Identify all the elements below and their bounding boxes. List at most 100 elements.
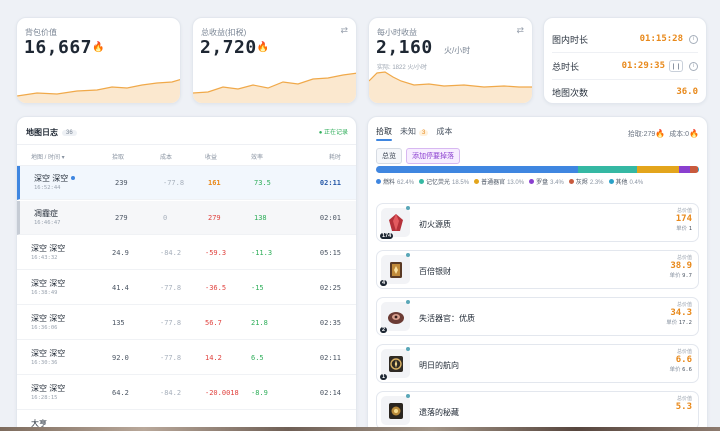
map-time: 16:38:49	[31, 290, 58, 296]
hourly-revenue-amount: 2,160 火/小时	[376, 37, 470, 58]
bag-value-card: 背包价值 16,667🔥	[16, 17, 181, 104]
header-efficiency[interactable]: 效率	[251, 152, 263, 161]
total-value: 38.9	[670, 261, 692, 271]
pause-button[interactable]: ❙❙	[669, 60, 683, 72]
item-name: 初火源质	[419, 220, 451, 229]
total-revenue-number: 2,720	[200, 37, 257, 58]
legend-swatch	[568, 179, 574, 184]
status-dot	[406, 253, 410, 257]
tab-cost[interactable]: 成本	[436, 126, 452, 141]
item-quantity: 4	[380, 280, 388, 286]
unit-caption: 单价	[669, 273, 681, 279]
legend-label: 燃料	[383, 180, 396, 186]
drop-summary: 拾取:279🔥 成本:0🔥	[628, 129, 699, 139]
map-name: 深空 深空	[31, 349, 66, 358]
efficiency-value: -8.9	[251, 389, 268, 397]
legend-label: 其他	[615, 180, 628, 186]
info-icon[interactable]: i	[689, 34, 698, 44]
item-values: 总价值 174 单价 1	[676, 207, 692, 232]
header-map-time[interactable]: 地图 / 时间 ▾	[31, 152, 65, 161]
unit-price: 17.2	[678, 320, 692, 326]
hourly-revenue-number: 2,160	[376, 37, 433, 58]
legend-item[interactable]: 燃料 62.4%	[376, 177, 414, 186]
legend-percent: 13.0%	[507, 180, 525, 186]
swap-icon[interactable]: ⇄	[516, 25, 524, 36]
status-dot	[406, 300, 410, 304]
filter-row: 总览 添加停要掉落	[376, 148, 460, 164]
total-time-label: 总时长	[552, 61, 580, 72]
swap-icon[interactable]: ⇄	[340, 25, 348, 36]
cost-value: -77.8	[160, 354, 182, 362]
table-row[interactable]: 深空 深空 16:38:49 41.4 -77.8 -36.5 -15 02:2…	[17, 271, 356, 305]
info-icon[interactable]: i	[689, 61, 698, 71]
legend-item[interactable]: 灰烬 2.3%	[568, 177, 604, 186]
table-row[interactable]: 深空 深空 16:52:44 239 -77.8 161 73.5 02:11	[17, 166, 356, 200]
legend-item[interactable]: 罗盘 3.4%	[529, 177, 564, 186]
pick-value: 135	[112, 319, 125, 327]
item-thumbnail: 1	[380, 347, 410, 380]
add-filter-chip[interactable]: 添加停要掉落	[406, 148, 460, 164]
summary-pick: 拾取:279	[627, 131, 656, 138]
header-cost[interactable]: 成本	[160, 152, 172, 161]
tab-unknown[interactable]: 未知 3	[400, 126, 429, 141]
table-row[interactable]: 深空 深空 16:28:15 64.2 -84.2 -20.0018 -8.9 …	[17, 376, 356, 410]
item-quantity: 2	[380, 327, 388, 333]
status-dot	[406, 206, 410, 210]
efficiency-value: 73.5	[254, 179, 271, 187]
legend-label: 罗盘	[536, 180, 549, 186]
legend-item[interactable]: 记忆荧光 18.5%	[419, 177, 469, 186]
map-name: 深空 深空	[31, 384, 66, 393]
header-revenue[interactable]: 收益	[205, 152, 217, 161]
item-name: 百倍银财	[419, 267, 451, 276]
background-strip	[0, 427, 720, 431]
share-segment	[637, 166, 680, 173]
map-time: 16:52:44	[34, 185, 61, 191]
drop-share-bar	[376, 166, 699, 173]
unit-value: 单价 1	[676, 224, 692, 232]
hourly-revenue-sparkline	[369, 71, 532, 103]
drop-legend: 燃料 62.4% 记忆荧光 18.5% 普通器官 13.0% 罗盘 3.4% 灰烬 2.3% 其他 0…	[376, 177, 699, 186]
compass-icon	[388, 355, 403, 372]
filter-all-chip[interactable]: 总览	[376, 148, 402, 164]
timers-card: 图内时长 01:15:28 i 总时长 01:29:35 ❙❙ i 地图次数 3…	[543, 17, 707, 104]
summary-cost: 成本:0	[669, 131, 690, 138]
cost-value: -77.8	[160, 319, 182, 327]
flame-icon: 🔥	[689, 129, 699, 138]
cost-value: 0	[163, 214, 168, 222]
efficiency-value: 6.5	[251, 354, 264, 362]
map-name: 深空 深空	[34, 173, 76, 184]
table-row[interactable]: 深空 深空 16:36:06 135 -77.8 56.7 21.8 02:35	[17, 306, 356, 340]
map-name: 凋霾症	[34, 209, 58, 218]
flame-icon: 🔥	[256, 42, 270, 53]
map-count-row: 地图次数 36.0	[552, 79, 698, 103]
item-values: 总价值 6.6 单价 6.6	[670, 348, 692, 373]
drops-panel: 拾取 未知 3 成本 拾取:279🔥 成本:0🔥 总览 添加停要掉落 燃料 62.4…	[367, 116, 708, 431]
status-dot	[406, 347, 410, 351]
card-icon	[389, 261, 402, 278]
table-row[interactable]: 凋霾症 16:46:47 279 0 279 138 02:01	[17, 201, 356, 235]
table-row[interactable]: 深空 深空 16:30:36 92.0 -77.8 14.2 6.5 02:11	[17, 341, 356, 375]
table-row[interactable]: 深空 深空 16:43:32 24.9 -84.2 -59.3 -11.3 05…	[17, 236, 356, 270]
cost-value: -77.8	[160, 284, 182, 292]
map-log-panel: 地图日志 36 ● 正在记录 地图 / 时间 ▾ 拾取 成本 收益 效率 耗时 深…	[16, 116, 357, 431]
map-count-value: 36.0	[676, 87, 698, 97]
legend-item[interactable]: 其他 0.4%	[608, 177, 643, 186]
total-caption: 总价值	[676, 302, 692, 308]
list-item[interactable]: 4 百倍银财 总价值 38.9 单价 9.7	[376, 250, 699, 289]
list-item[interactable]: 1 明日的航向 总价值 6.6 单价 6.6	[376, 344, 699, 383]
list-item[interactable]: 遗落的秘藏 总价值 5.3	[376, 391, 699, 430]
duration-value: 02:35	[319, 319, 341, 327]
list-item[interactable]: 2 失活器官：优质 总价值 34.3 单价 17.2	[376, 297, 699, 336]
tab-pick[interactable]: 拾取	[376, 126, 392, 141]
legend-item[interactable]: 普通器官 13.0%	[474, 177, 524, 186]
unit-caption: 单价	[669, 367, 681, 373]
legend-swatch	[474, 179, 480, 184]
total-time-row: 总时长 01:29:35 ❙❙ i	[552, 53, 698, 79]
header-pick[interactable]: 拾取	[112, 152, 124, 161]
list-item[interactable]: 174 初火源质 总价值 174 单价 1	[376, 203, 699, 242]
duration-value: 02:14	[319, 389, 341, 397]
share-segment	[376, 166, 578, 173]
header-duration[interactable]: 耗时	[329, 152, 341, 161]
item-thumbnail: 2	[380, 300, 410, 333]
revenue-value: -36.5	[205, 284, 227, 292]
